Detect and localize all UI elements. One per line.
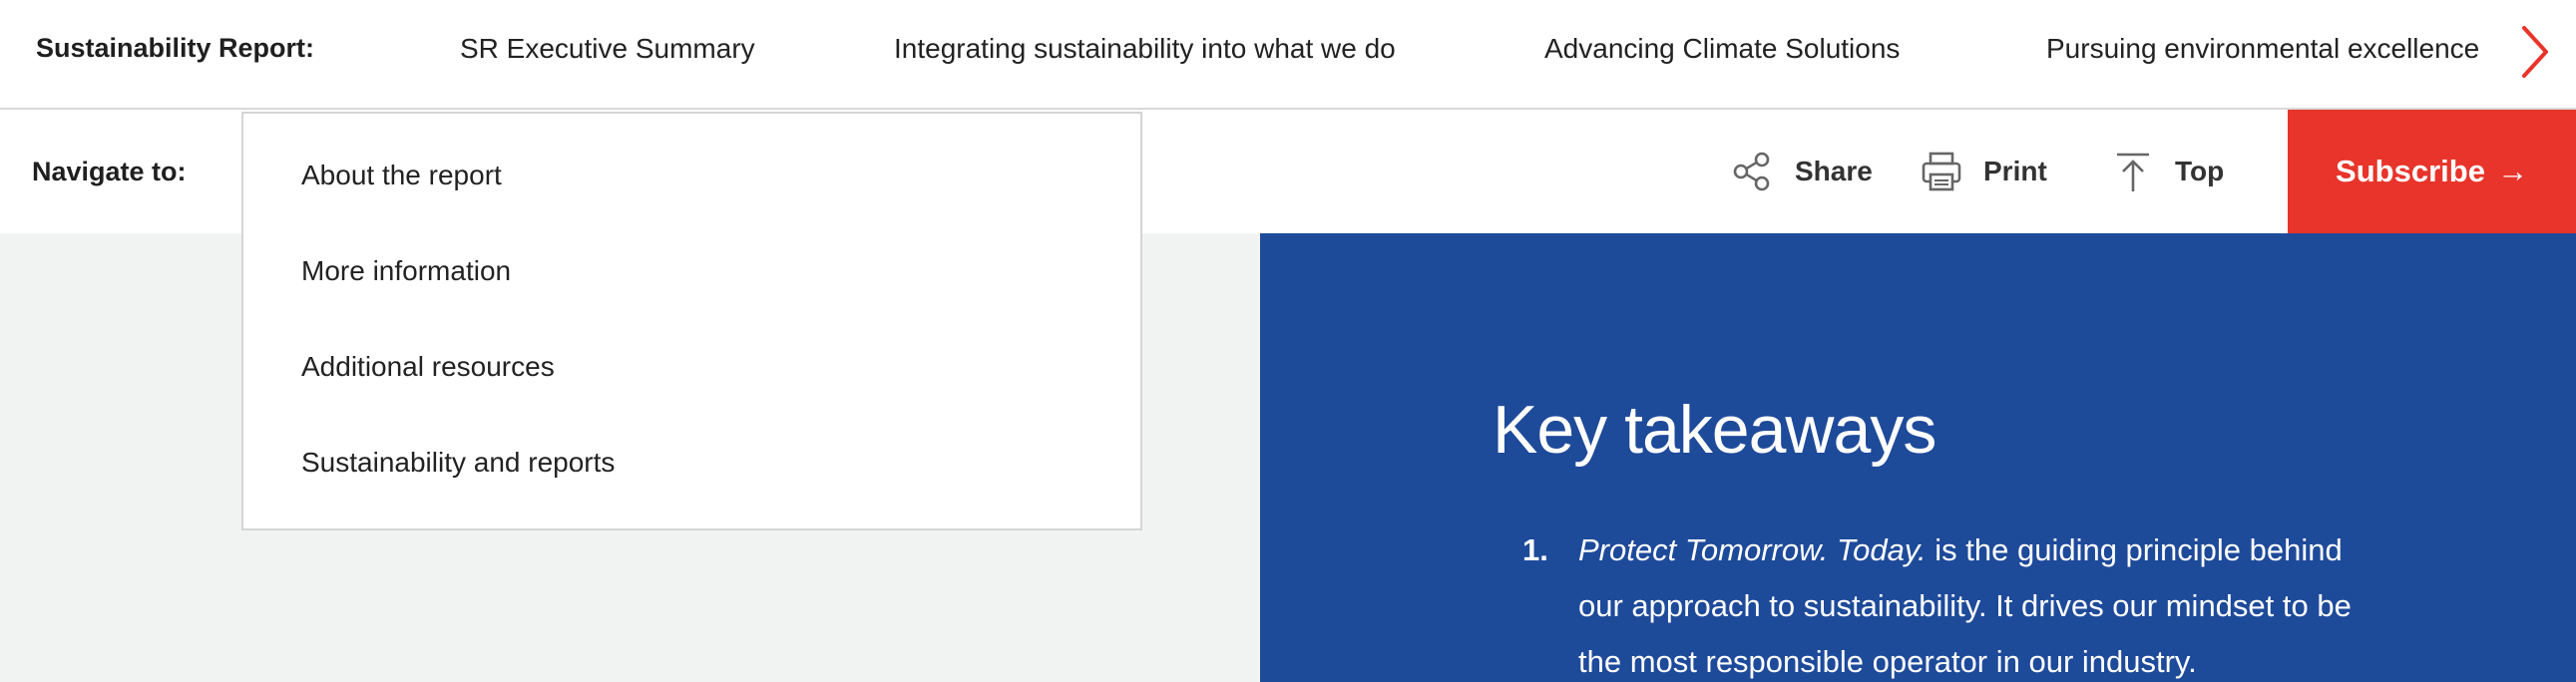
topbar-link-climate-solutions[interactable]: Advancing Climate Solutions bbox=[1544, 33, 1900, 65]
print-button[interactable]: Print bbox=[1920, 110, 2047, 233]
topbar-link-executive-summary[interactable]: SR Executive Summary bbox=[460, 33, 755, 65]
navigate-dropdown-menu: About the report More information Additi… bbox=[241, 112, 1142, 530]
dropdown-item-more-information[interactable]: More information bbox=[301, 255, 511, 287]
key-takeaways-title: Key takeaways bbox=[1493, 392, 1936, 468]
share-label: Share bbox=[1795, 156, 1873, 186]
key-takeaway-item: 1. Protect Tomorrow. Today. is the guidi… bbox=[1522, 522, 2380, 682]
arrow-right-icon: → bbox=[2496, 154, 2528, 188]
page: Sustainability Report: SR Executive Summ… bbox=[0, 0, 2576, 682]
key-takeaway-emphasis: Protect Tomorrow. Today. bbox=[1578, 532, 1927, 567]
top-label: Top bbox=[2175, 156, 2225, 186]
subscribe-button[interactable]: Subscribe → bbox=[2288, 110, 2576, 233]
key-takeaway-text: Protect Tomorrow. Today. is the guiding … bbox=[1578, 522, 2380, 682]
print-label: Print bbox=[1983, 156, 2047, 186]
subscribe-label: Subscribe bbox=[2336, 154, 2485, 188]
arrow-up-to-line-icon bbox=[2117, 153, 2149, 191]
dropdown-item-sustainability-and-reports[interactable]: Sustainability and reports bbox=[301, 447, 615, 479]
printer-icon bbox=[1922, 152, 1961, 191]
chevron-right-icon[interactable] bbox=[2514, 20, 2554, 84]
dropdown-item-about-the-report[interactable]: About the report bbox=[301, 160, 502, 191]
navigate-to-label: Navigate to: bbox=[32, 157, 187, 186]
topbar-link-environmental-excellence[interactable]: Pursuing environmental excellence bbox=[2046, 33, 2479, 65]
share-icon bbox=[1733, 152, 1770, 191]
key-takeaways-panel: Key takeaways 1. Protect Tomorrow. Today… bbox=[1260, 233, 2576, 682]
topbar-link-integrating-sustainability[interactable]: Integrating sustainability into what we … bbox=[894, 33, 1396, 65]
back-to-top-button[interactable]: Top bbox=[2111, 110, 2224, 233]
share-button[interactable]: Share bbox=[1731, 110, 1873, 233]
report-topbar-label: Sustainability Report: bbox=[36, 33, 315, 63]
key-takeaway-number: 1. bbox=[1522, 532, 1548, 567]
dropdown-item-additional-resources[interactable]: Additional resources bbox=[301, 351, 555, 383]
report-topbar: Sustainability Report: SR Executive Summ… bbox=[0, 0, 2576, 110]
